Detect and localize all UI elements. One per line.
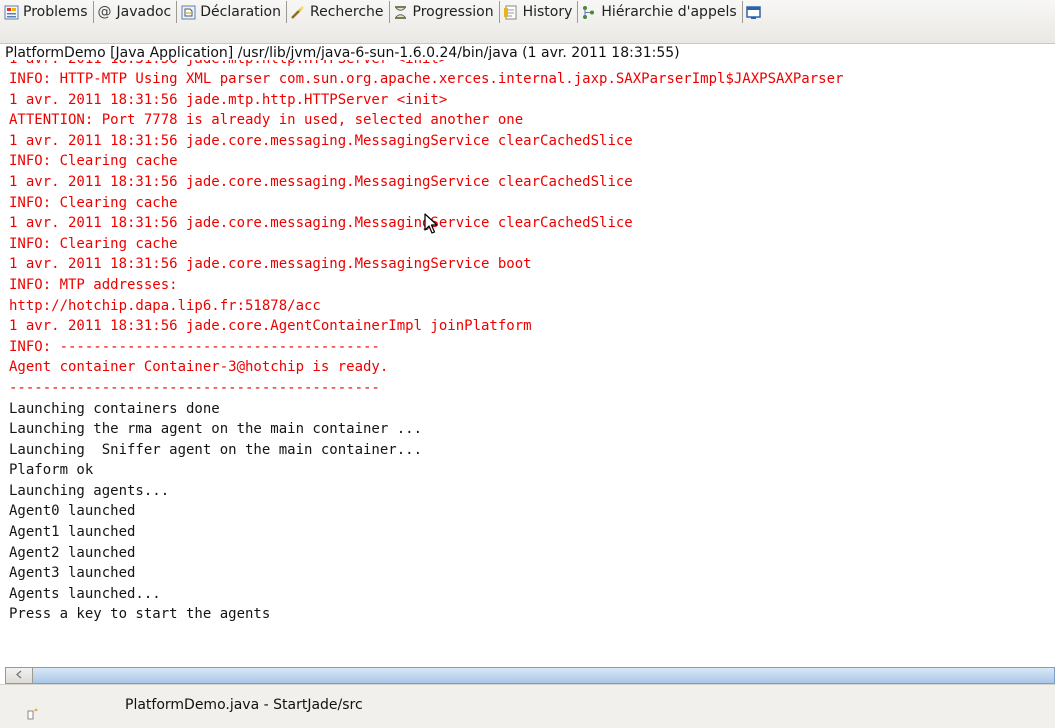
chevron-left-icon: [15, 670, 23, 682]
console-line: 1 avr. 2011 18:31:56 jade.core.AgentCont…: [9, 318, 532, 335]
tab-search[interactable]: Recherche: [287, 1, 390, 23]
console-line: 1 avr. 2011 18:31:56 jade.core.messaging…: [9, 132, 633, 149]
console-line: Press a key to start the agents: [9, 606, 271, 623]
tab-history[interactable]: History: [500, 1, 579, 23]
progress-icon: [393, 4, 409, 20]
console-line: http://hotchip.dapa.lip6.fr:51878/acc: [9, 297, 321, 314]
editor-file-label[interactable]: PlatformDemo.java - StartJade/src: [125, 697, 363, 713]
tab-call-hierarchy[interactable]: Hiérarchie d'appels: [578, 1, 743, 23]
console-line: Agent2 launched: [9, 544, 136, 561]
tab-label: Hiérarchie d'appels: [601, 4, 737, 20]
tab-label: Problems: [23, 4, 88, 20]
console-line: Agent0 launched: [9, 503, 136, 520]
console-line: INFO: ----------------------------------…: [9, 338, 380, 355]
console-line: Launching containers done: [9, 400, 220, 417]
console-line: Launching agents...: [9, 482, 170, 499]
tab-console[interactable]: [743, 1, 766, 23]
console-lines: INFO: HTTP-MTP Using XML parser com.sun.…: [9, 69, 843, 625]
console-line: ATTENTION: Port 7778 is already in used,…: [9, 112, 524, 129]
horizontal-scrollbar[interactable]: [5, 667, 1055, 684]
console-process-name: PlatformDemo [Java Application] /usr/lib…: [5, 45, 680, 61]
tab-progress[interactable]: Progression: [390, 1, 500, 23]
console-line: INFO: Clearing cache: [9, 153, 178, 170]
console-output[interactable]: 1 avr. 2011 18:31:56 jade.mtp.http.HTTPS…: [0, 60, 1055, 660]
mouse-pointer-icon: [424, 213, 438, 239]
history-icon: [503, 4, 519, 20]
tab-label: Progression: [412, 4, 494, 20]
console-line: 1 avr. 2011 18:31:56 jade.core.messaging…: [9, 256, 532, 273]
tab-label: Recherche: [309, 4, 384, 20]
java-file-icon: [27, 705, 39, 724]
problems-icon: [3, 4, 19, 20]
console-line: Plaform ok: [9, 462, 94, 479]
scroll-left-button[interactable]: [6, 668, 33, 683]
view-tab-bar: Problems @ Javadoc Déclaration Recherche…: [0, 0, 1055, 44]
console-line: 1 avr. 2011 18:31:56 jade.mtp.http.HTTPS…: [9, 91, 448, 108]
search-icon: [290, 4, 306, 20]
console-line: INFO: HTTP-MTP Using XML parser com.sun.…: [9, 71, 844, 87]
at-icon: @: [97, 4, 112, 20]
console-line: Agent3 launched: [9, 565, 136, 582]
tab-javadoc[interactable]: @ Javadoc: [94, 1, 178, 23]
call-hierarchy-icon: [581, 4, 597, 20]
console-line: 1 avr. 2011 18:31:56 jade.core.messaging…: [9, 173, 633, 190]
console-icon: [746, 4, 762, 20]
console-line: INFO: Clearing cache: [9, 194, 178, 211]
tab-problems[interactable]: Problems: [0, 1, 94, 23]
tab-declaration[interactable]: Déclaration: [177, 1, 287, 23]
console-line: Agents launched...: [9, 585, 161, 602]
console-line: Agent container Container-3@hotchip is r…: [9, 359, 389, 376]
editor-status-row: PlatformDemo.java - StartJade/src: [0, 684, 1055, 728]
console-line: Launching the rma agent on the main cont…: [9, 421, 423, 438]
console-line: Launching Sniffer agent on the main cont…: [9, 441, 423, 458]
console-line: Agent1 launched: [9, 524, 136, 541]
console-line: INFO: MTP addresses:: [9, 276, 178, 293]
console-line: ----------------------------------------…: [9, 379, 380, 396]
tab-label: Javadoc: [116, 4, 172, 20]
declaration-icon: [180, 4, 196, 20]
tab-label: History: [522, 4, 573, 20]
tab-label: Déclaration: [200, 4, 281, 20]
